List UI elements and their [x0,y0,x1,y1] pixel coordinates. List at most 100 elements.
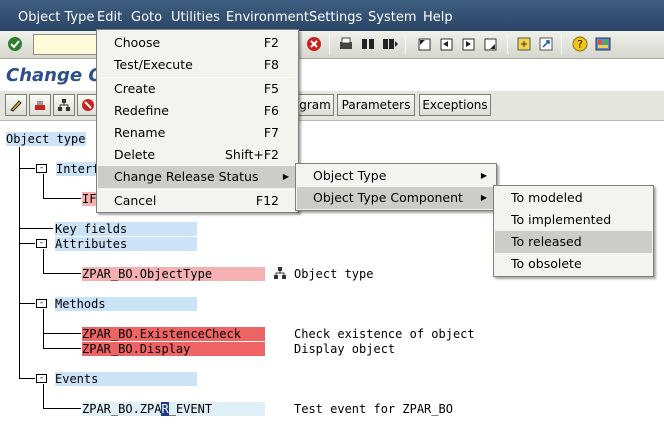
menu-item-label: Redefine [114,103,169,118]
menu-item-label: Object Type [313,168,387,183]
shortcut-icon[interactable] [536,34,556,54]
tree-node-events[interactable]: Events [55,372,197,386]
new-session-icon[interactable] [514,34,534,54]
menu-system[interactable]: System [368,10,416,25]
menu-item-redefine[interactable]: Redefine F6 [98,100,297,122]
print-icon[interactable] [336,34,356,54]
tree-line [43,384,44,408]
menu-item-label: Choose [114,35,161,50]
menu-help[interactable]: Help [423,10,453,25]
activate-icon[interactable] [29,94,51,116]
tree-node-methods[interactable]: Methods [55,297,197,311]
toolbar-separator [329,35,330,54]
tree-node-interfaces[interactable]: Interf [56,162,99,176]
menu-object-type[interactable]: Object Type [18,10,94,25]
event-name-end: _EVENT [168,402,213,416]
program-button[interactable]: gram [296,94,334,116]
menu-settings[interactable]: Settings [309,10,362,25]
edit-menu: Choose F2 Test/Execute F8 Create F5 Redefin… [96,29,299,213]
collapse-node-icon[interactable]: - [36,239,47,248]
menu-item-shortcut: F6 [263,103,279,118]
collapse-node-icon[interactable]: - [36,164,47,173]
collapse-node-icon[interactable]: - [36,374,47,383]
tree-line [19,168,35,169]
attribute-description: Object type [294,267,374,281]
next-page-icon[interactable] [458,34,478,54]
menu-item-label: Create [114,81,156,96]
menu-item-label: To modeled [511,190,583,205]
previous-page-icon[interactable] [436,34,456,54]
text-cursor: R [161,402,169,416]
tree-line [43,198,81,199]
toolbar-separator [561,35,562,54]
tree-line [19,228,53,229]
menu-item-label: Object Type Component [313,190,463,205]
menu-item-label: To released [511,234,582,249]
tree-line [43,273,81,274]
check-icon[interactable] [5,34,25,54]
parameters-button[interactable]: Parameters [337,94,415,116]
menu-item-label: Delete [114,147,156,162]
tree-item-attribute[interactable]: ZPAR_BO.ObjectType [82,267,265,281]
command-field[interactable] [33,34,99,55]
menu-item-create[interactable]: Create F5 [98,78,297,100]
tree-item-method-existence-check[interactable]: ZPAR_BO.ExistenceCheck [82,327,265,341]
menu-item-choose[interactable]: Choose F2 [98,32,297,54]
menu-utilities[interactable]: Utilities [171,10,220,25]
menu-item-shortcut: F8 [263,57,279,72]
menu-item-shortcut: F5 [263,81,279,96]
menu-item-object-type-component[interactable]: Object Type Component ▶ [297,187,495,209]
menu-item-delete[interactable]: Delete Shift+F2 [98,144,297,166]
tree-node-attributes[interactable]: Attributes [55,237,197,251]
collapse-node-icon[interactable]: - [36,299,47,308]
tree-item-event[interactable]: ZPAR_BO.ZPAR_EVENT [82,402,265,416]
last-page-icon[interactable] [480,34,500,54]
method-description: Check existence of object [294,327,475,341]
hierarchy-icon[interactable] [53,94,75,116]
event-name-start: ZPAR_BO.ZPA [82,402,162,416]
menu-item-label: Test/Execute [114,57,193,72]
menu-item-change-release-status[interactable]: Change Release Status ▶ [98,166,297,188]
menu-item-shortcut: F12 [255,193,279,208]
first-page-icon[interactable] [414,34,434,54]
display-change-icon[interactable] [5,94,27,116]
tree-line [43,309,44,349]
menu-item-test-execute[interactable]: Test/Execute F8 [98,54,297,76]
tree-node-key-fields[interactable]: Key fields [55,222,197,236]
tree-line [43,408,81,409]
tree-line [19,378,35,379]
toolbar-separator [507,35,508,54]
menu-item-to-modeled[interactable]: To modeled [495,187,652,209]
menu-item-to-released[interactable]: To released [495,231,652,253]
menu-item-label: Change Release Status [114,169,259,184]
tree-line [43,333,81,334]
menu-item-cancel[interactable]: Cancel F12 [98,190,297,212]
find-icon[interactable] [358,34,378,54]
menu-goto[interactable]: Goto [131,10,162,25]
tree-line [43,174,44,198]
submenu-arrow-icon: ▶ [282,172,289,181]
cancel-icon[interactable] [304,34,324,54]
menu-environment[interactable]: Environment [226,10,309,25]
tree-line [19,147,20,379]
event-description: Test event for ZPAR_BO [294,402,453,416]
find-next-icon[interactable] [380,34,400,54]
exceptions-button[interactable]: Exceptions [419,94,491,116]
menu-item-label: Rename [114,125,166,140]
customize-layout-icon[interactable] [593,34,613,54]
menu-item-to-obsolete[interactable]: To obsolete [495,253,652,275]
toolbar-separator [405,35,406,54]
menu-item-object-type[interactable]: Object Type ▶ [297,165,495,187]
menu-item-to-implemented[interactable]: To implemented [495,209,652,231]
svg-text:?: ? [577,38,583,51]
help-icon[interactable]: ? [570,34,590,54]
tree-line [43,249,44,273]
menu-item-shortcut: F7 [263,125,279,140]
menu-item-rename[interactable]: Rename F7 [98,122,297,144]
tree-item-method-display[interactable]: ZPAR_BO.Display [82,342,265,356]
menu-item-label: To implemented [511,212,612,227]
menu-edit[interactable]: Edit [97,10,122,25]
menu-bar: Object Type Edit Goto Utilities Environm… [0,0,664,31]
tree-root[interactable]: Object type [6,132,86,146]
menu-item-label: To obsolete [511,256,582,271]
